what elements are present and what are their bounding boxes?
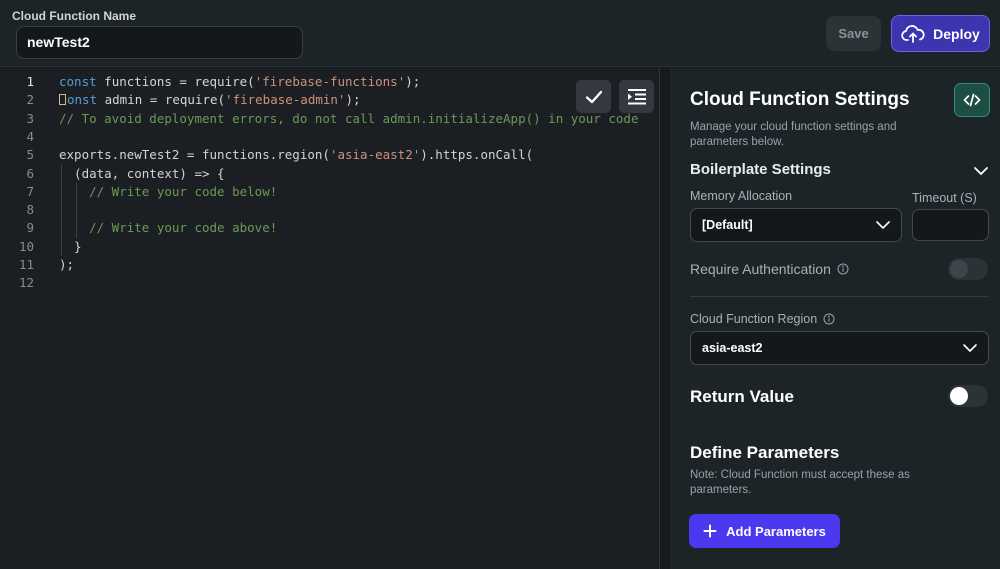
cloud-upload-icon — [901, 24, 925, 43]
code-line[interactable]: 12 — [0, 274, 659, 292]
code-token: // To avoid deployment errors, do not ca… — [59, 110, 639, 126]
chevron-down-icon — [876, 221, 890, 229]
region-value: asia-east2 — [702, 341, 763, 355]
timeout-label: Timeout (S) — [912, 191, 977, 205]
code-text: // To avoid deployment errors, do not ca… — [59, 110, 638, 128]
function-name-label: Cloud Function Name — [12, 9, 136, 23]
deploy-button[interactable]: Deploy — [891, 15, 990, 52]
code-line[interactable]: 9 // Write your code above! — [0, 219, 659, 237]
line-number: 8 — [26, 202, 34, 218]
code-text: onst admin = require('firebase-admin'); — [59, 91, 361, 109]
line-number: 4 — [26, 128, 34, 144]
code-line[interactable]: 3 // To avoid deployment errors, do not c… — [0, 110, 659, 128]
plus-icon — [703, 524, 717, 538]
timeout-input[interactable] — [912, 209, 989, 241]
code-token: ); — [345, 92, 361, 108]
code-icon — [963, 93, 981, 107]
code-text: const functions = require('firebase-func… — [59, 73, 420, 91]
line-number: 9 — [26, 220, 34, 236]
memory-allocation-value: [Default] — [702, 218, 753, 232]
code-editor[interactable]: 1 const functions = require('firebase-fun… — [0, 68, 659, 569]
chevron-down-icon[interactable] — [972, 162, 990, 180]
code-text: // Write your code below! — [59, 183, 277, 201]
code-line[interactable]: 5 exports.newTest2 = functions.region('as… — [0, 146, 659, 164]
indent-guide — [61, 164, 62, 256]
return-value-label: Return Value — [690, 387, 794, 406]
code-token: 'firebase-functions' — [254, 74, 406, 89]
code-text: } — [59, 238, 82, 256]
code-line[interactable]: 7 // Write your code below! — [0, 183, 659, 201]
code-line[interactable]: 6 (data, context) => { — [0, 165, 659, 183]
code-token: 'asia-east2' — [329, 147, 421, 163]
region-label: Cloud Function Region — [690, 312, 818, 326]
code-token: exports.newTest2 = functions.region( — [59, 147, 330, 163]
code-token: ).https.onCall( — [420, 147, 534, 163]
toggle-knob — [950, 260, 968, 278]
settings-description: Manage your cloud function settings and … — [690, 121, 897, 148]
code-token: onst — [67, 92, 98, 108]
code-line[interactable]: 2 onst admin = require('firebase-admin'); — [0, 91, 659, 109]
code-token: ); — [59, 257, 75, 272]
code-token: 'firebase-admin' — [225, 92, 346, 108]
line-number: 12 — [18, 275, 34, 291]
region-select[interactable]: asia-east2 — [690, 331, 989, 365]
code-text: exports.newTest2 = functions.region('asi… — [59, 146, 533, 164]
format-code-button[interactable] — [619, 80, 654, 113]
code-text: ); — [59, 256, 74, 274]
code-text: // Write your code above! — [59, 219, 277, 237]
add-parameters-label: Add Parameters — [726, 523, 826, 539]
info-icon[interactable] — [823, 313, 835, 325]
code-token: require — [194, 74, 248, 89]
line-number: 2 — [26, 92, 34, 108]
line-number: 7 — [26, 183, 34, 199]
code-token: } — [59, 238, 82, 254]
code-token: // Write your code below! — [59, 183, 278, 199]
function-name-input[interactable]: newTest2 — [16, 26, 303, 59]
indent-guide — [76, 182, 77, 238]
line-number: 6 — [26, 165, 34, 181]
code-text: (data, context) => { — [59, 165, 225, 183]
code-line[interactable]: 8 — [0, 201, 659, 219]
lightbulb-marker[interactable] — [59, 94, 66, 106]
check-icon — [585, 90, 602, 103]
define-parameters-title: Define Parameters — [690, 443, 840, 462]
define-parameters-note: Note: Cloud Function must accept these a… — [690, 469, 910, 496]
divider — [690, 296, 989, 297]
view-code-button[interactable] — [954, 83, 990, 117]
code-line[interactable]: 11); — [0, 256, 659, 274]
code-token: // Write your code above! — [59, 220, 278, 236]
deploy-label: Deploy — [933, 25, 980, 42]
require-authentication-toggle[interactable] — [948, 258, 988, 280]
memory-allocation-select[interactable]: [Default] — [690, 208, 902, 242]
code-line[interactable]: 4 — [0, 128, 659, 146]
add-parameters-button[interactable]: Add Parameters — [689, 514, 840, 548]
line-number: 3 — [26, 110, 34, 126]
line-number: 11 — [18, 257, 34, 272]
toggle-knob — [950, 387, 968, 405]
require-authentication-row: Require Authentication — [690, 261, 849, 277]
check-code-button[interactable] — [576, 80, 611, 113]
code-token: ); — [405, 74, 421, 89]
code-token: ( — [247, 74, 255, 89]
line-number: 5 — [26, 147, 34, 163]
boilerplate-settings-title[interactable]: Boilerplate Settings — [690, 161, 831, 178]
line-number: 10 — [18, 238, 34, 254]
code-token: (data, context) => { — [59, 165, 225, 181]
settings-title: Cloud Function Settings — [690, 89, 910, 110]
require-authentication-label: Require Authentication — [690, 261, 831, 277]
region-row: Cloud Function Region — [690, 312, 835, 326]
code-line[interactable]: 10 } — [0, 238, 659, 256]
line-number: 1 — [26, 74, 34, 89]
code-line[interactable]: 1 const functions = require('firebase-fun… — [0, 73, 659, 91]
return-value-toggle[interactable] — [948, 385, 988, 407]
info-icon[interactable] — [837, 263, 849, 275]
memory-allocation-label: Memory Allocation — [690, 189, 793, 203]
save-button[interactable]: Save — [826, 16, 881, 51]
code-token: admin = require( — [97, 92, 226, 108]
panel-resize-handle[interactable] — [659, 68, 669, 569]
code-token: functions = — [96, 74, 195, 89]
code-token: const — [59, 74, 97, 89]
format-indent-icon — [627, 88, 646, 104]
chevron-down-icon — [963, 344, 977, 352]
